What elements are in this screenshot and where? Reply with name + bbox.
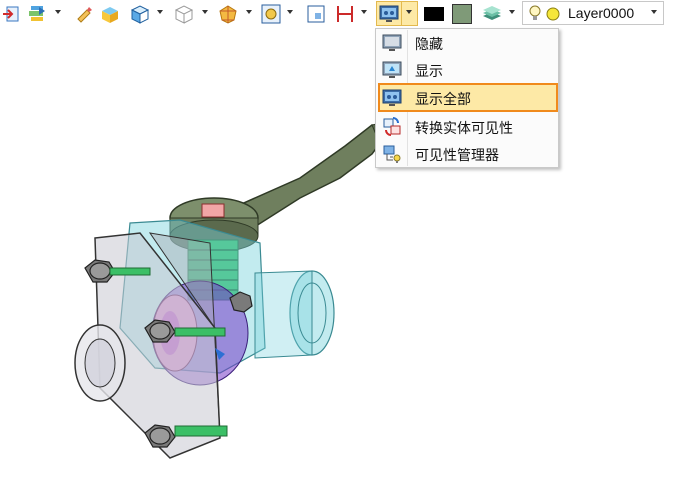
menu-item-label: 转换实体可见性 <box>415 120 513 136</box>
chevron-down-icon[interactable] <box>361 10 367 14</box>
chevron-down-icon[interactable] <box>246 10 252 14</box>
texture-icon[interactable] <box>27 3 49 25</box>
wireframe-cube-icon[interactable] <box>173 3 195 25</box>
visibility-menu: 隐藏 显示 显示全部 转换实体可见性 可见性管理器 <box>375 28 559 168</box>
menu-item-hide[interactable]: 隐藏 <box>378 30 556 56</box>
chevron-down-icon[interactable] <box>55 10 61 14</box>
menu-item-label: 隐藏 <box>415 36 443 52</box>
menu-item-label: 可见性管理器 <box>415 147 499 163</box>
visibility-split <box>401 1 402 26</box>
toggle-visibility-icon <box>382 117 402 137</box>
solid-color-icon[interactable] <box>99 3 121 25</box>
visibility-icon[interactable] <box>379 3 399 25</box>
paint-icon[interactable] <box>75 3 93 25</box>
frame-icon[interactable] <box>306 3 326 25</box>
layer-color-icon <box>546 3 560 25</box>
menu-item-toggle-visibility[interactable]: 转换实体可见性 <box>378 114 556 140</box>
chevron-down-icon[interactable] <box>406 10 412 14</box>
zoom-fit-icon[interactable] <box>261 3 281 25</box>
chevron-down-icon[interactable] <box>157 10 163 14</box>
visibility-manager-icon <box>382 144 402 164</box>
menu-item-label: 显示全部 <box>415 91 471 107</box>
toolbar: Layer0000 <box>0 0 686 28</box>
chevron-down-icon[interactable] <box>651 10 657 14</box>
render-style-icon[interactable] <box>217 3 239 25</box>
gray-green-color-swatch[interactable] <box>452 3 472 25</box>
show-all-monitor-icon <box>382 88 402 108</box>
view-cube-icon[interactable] <box>129 3 151 25</box>
import-icon[interactable] <box>2 3 20 25</box>
layers-icon[interactable] <box>481 3 503 25</box>
hide-monitor-icon <box>382 33 402 53</box>
show-monitor-icon <box>382 60 402 80</box>
lightbulb-icon[interactable] <box>529 3 541 25</box>
menu-item-show[interactable]: 显示 <box>378 57 556 83</box>
dimension-icon[interactable] <box>335 3 355 25</box>
menu-item-show-all[interactable]: 显示全部 <box>378 83 558 112</box>
ball-valve-model[interactable] <box>0 28 686 486</box>
menu-item-visibility-manager[interactable]: 可见性管理器 <box>378 141 556 167</box>
chevron-down-icon[interactable] <box>202 10 208 14</box>
chevron-down-icon[interactable] <box>287 10 293 14</box>
menu-item-label: 显示 <box>415 63 443 79</box>
layer-name: Layer0000 <box>568 5 635 21</box>
chevron-down-icon[interactable] <box>509 10 515 14</box>
black-color-swatch[interactable] <box>424 3 444 25</box>
